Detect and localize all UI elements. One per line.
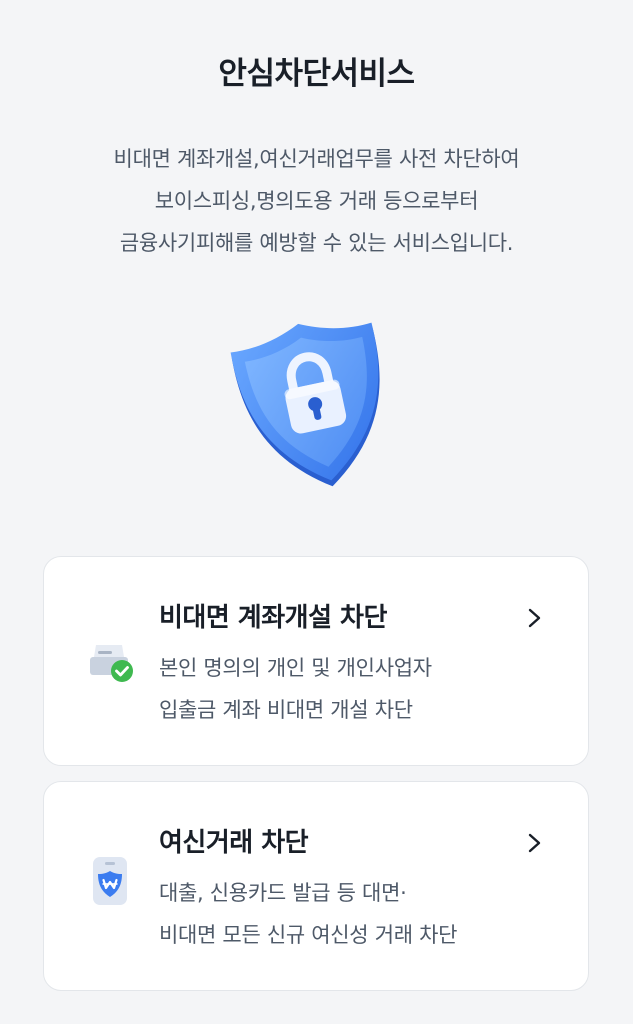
card-title: 여신거래 차단 — [159, 828, 309, 858]
card-description-line: 비대면 모든 신규 여신성 거래 차단 — [159, 923, 458, 947]
shield-lock-icon — [226, 318, 406, 498]
card-won-shield-icon — [84, 855, 136, 907]
service-description: 비대면 계좌개설,여신거래업무를 사전 차단하여 보이스피싱,명의도용 거래 등… — [0, 138, 633, 264]
chevron-right-icon[interactable] — [526, 607, 544, 629]
bankbook-check-icon — [84, 635, 136, 687]
card-description: 대출, 신용카드 발급 등 대면· 비대면 모든 신규 여신성 거래 차단 — [159, 872, 457, 956]
card-description-line: 대출, 신용카드 발급 등 대면· — [159, 881, 407, 905]
page-title: 안심차단서비스 — [218, 56, 415, 92]
credit-transaction-block-card[interactable]: 여신거래 차단 대출, 신용카드 발급 등 대면· 비대면 모든 신규 여신성 … — [43, 781, 589, 991]
card-description-line: 본인 명의의 개인 및 개인사업자 — [159, 656, 432, 680]
description-line: 금융사기피해를 예방할 수 있는 서비스입니다. — [119, 231, 514, 255]
card-description: 본인 명의의 개인 및 개인사업자 입출금 계좌 비대면 개설 차단 — [159, 647, 432, 731]
non-face-account-block-card[interactable]: 비대면 계좌개설 차단 본인 명의의 개인 및 개인사업자 입출금 계좌 비대면… — [43, 556, 589, 766]
card-title: 비대면 계좌개설 차단 — [159, 603, 387, 633]
card-description-line: 입출금 계좌 비대면 개설 차단 — [159, 698, 413, 722]
description-line: 비대면 계좌개설,여신거래업무를 사전 차단하여 — [113, 147, 520, 171]
description-line: 보이스피싱,명의도용 거래 등으로부터 — [154, 189, 479, 213]
chevron-right-icon[interactable] — [526, 832, 544, 854]
